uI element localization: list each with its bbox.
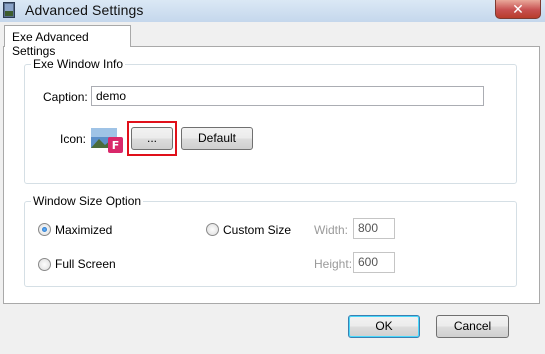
window-title: Advanced Settings: [25, 2, 144, 18]
caption-input[interactable]: demo: [91, 86, 484, 106]
exe-window-info-group: Exe Window Info: [24, 57, 517, 184]
advanced-settings-window: Advanced Settings ✕ Exe Advanced Setting…: [0, 0, 545, 354]
ok-button[interactable]: OK: [348, 315, 420, 338]
tab-label: Exe Advanced Settings: [12, 30, 89, 58]
full-screen-label[interactable]: Full Screen: [55, 257, 116, 271]
custom-size-radio[interactable]: [206, 223, 219, 236]
full-screen-radio[interactable]: [38, 258, 51, 271]
svg-text:F: F: [112, 139, 120, 152]
maximized-label[interactable]: Maximized: [55, 223, 112, 237]
exe-window-info-label: Exe Window Info: [31, 57, 126, 71]
height-input[interactable]: 600: [353, 252, 395, 273]
close-button[interactable]: ✕: [495, 0, 541, 19]
height-label: Height:: [314, 257, 353, 271]
dialog-body: Exe Advanced Settings Exe Window Info Wi…: [0, 22, 545, 354]
width-input[interactable]: 800: [353, 218, 395, 239]
width-label: Width:: [314, 223, 349, 237]
app-icon: [3, 2, 15, 18]
window-size-option-label: Window Size Option: [31, 194, 144, 208]
cancel-button[interactable]: Cancel: [436, 315, 509, 338]
maximized-radio[interactable]: [38, 223, 51, 236]
close-icon: ✕: [512, 1, 524, 17]
tab-exe-advanced-settings[interactable]: Exe Advanced Settings: [4, 25, 131, 58]
highlight-box: [127, 121, 177, 156]
icon-label: Icon:: [60, 132, 87, 146]
caption-label: Caption:: [43, 90, 88, 104]
custom-size-label[interactable]: Custom Size: [223, 223, 291, 237]
exe-icon-preview: F: [91, 128, 123, 153]
default-icon-button[interactable]: Default: [181, 127, 253, 150]
window-size-option-group: Window Size Option: [24, 194, 517, 287]
title-bar[interactable]: Advanced Settings ✕: [0, 0, 545, 22]
